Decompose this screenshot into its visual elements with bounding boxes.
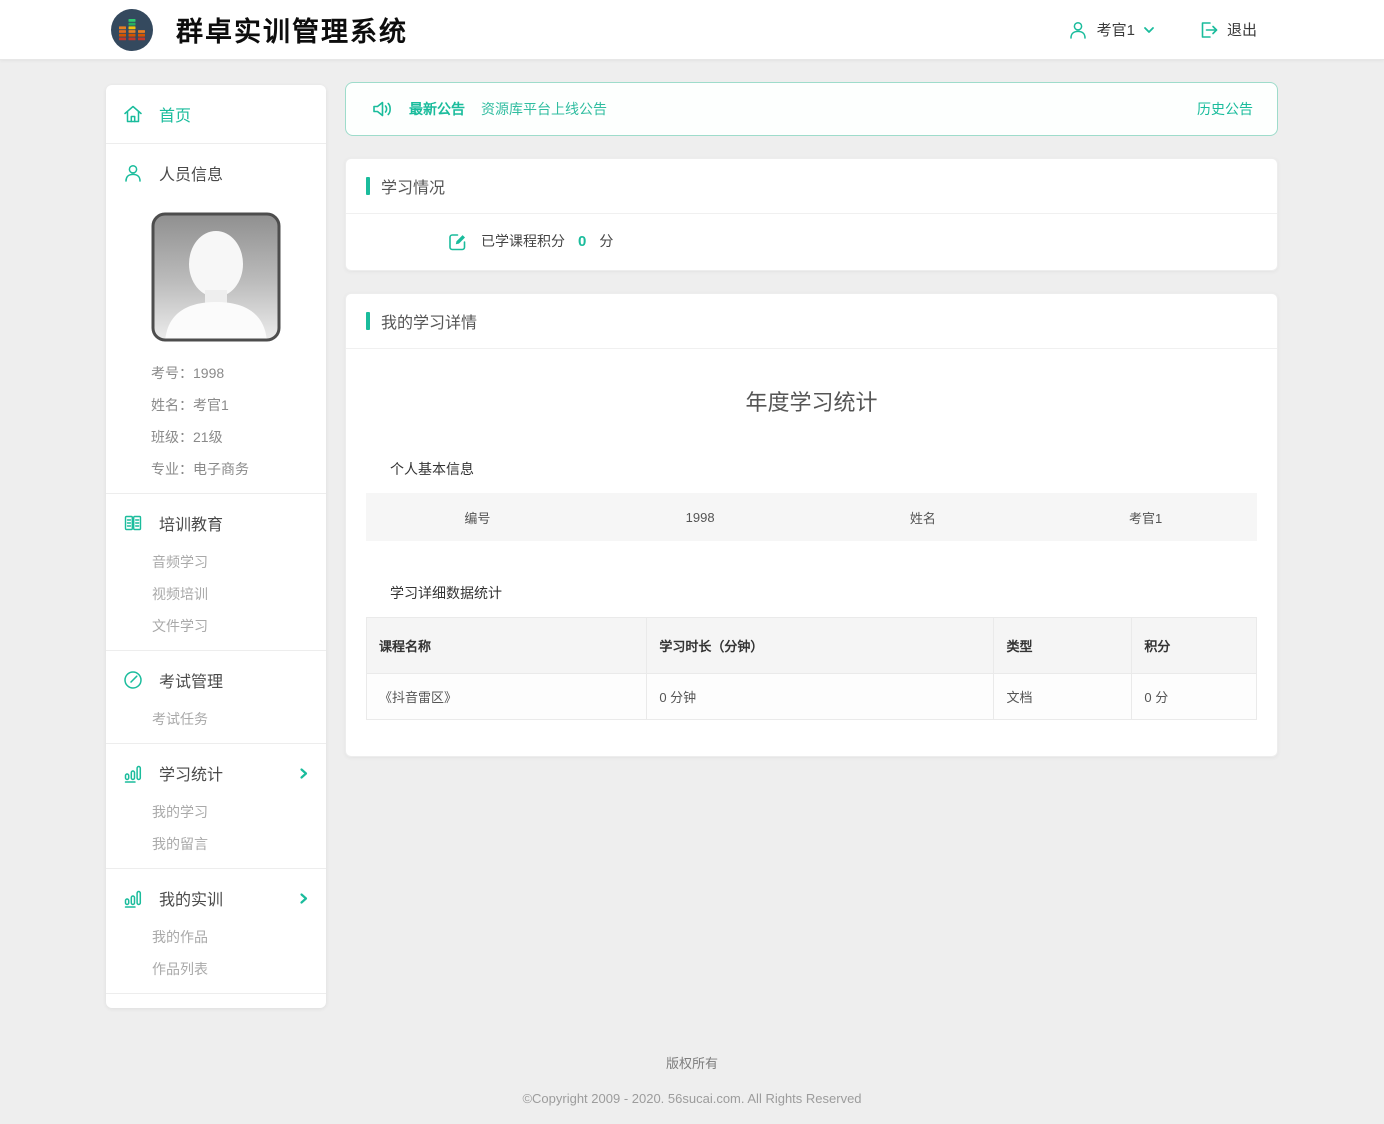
study-detail-card: 我的学习详情 年度学习统计 个人基本信息 编号 1998 姓名 考官1 学习详细…	[345, 293, 1278, 757]
sidebar: 首页 人员信息	[106, 85, 326, 1008]
accent-bar	[366, 177, 370, 195]
study-status-header: 学习情况	[346, 159, 1277, 214]
sidebar-section-training: 培训教育 音频学习 视频培训 文件学习	[106, 494, 326, 651]
cell-course-name: 《抖音雷区》	[367, 674, 647, 720]
edit-icon	[446, 230, 468, 252]
basic-info-row: 编号 1998 姓名 考官1	[366, 493, 1257, 541]
sidebar-item-audio-study[interactable]: 音频学习	[106, 546, 326, 578]
sidebar-item-my-works[interactable]: 我的作品	[106, 921, 326, 953]
detail-stats-label: 学习详细数据统计	[390, 583, 1257, 603]
column-credit: 积分	[1132, 618, 1257, 674]
sidebar-item-home[interactable]: 首页	[106, 85, 326, 144]
sidebar-home-label: 首页	[159, 102, 191, 126]
cell-study-duration: 0 分钟	[647, 674, 994, 720]
sidebar-section-personnel: 人员信息	[106, 144, 326, 494]
study-detail-title: 我的学习详情	[381, 309, 477, 333]
chevron-down-icon	[1143, 24, 1155, 36]
home-icon	[122, 103, 144, 125]
info-name: 姓名：考官1	[106, 389, 326, 421]
sidebar-exam-label: 考试管理	[159, 668, 223, 692]
page-title: 群卓实训管理系统	[176, 10, 408, 49]
sidebar-practice-label: 我的实训	[159, 886, 223, 910]
study-detail-table: 课程名称 学习时长（分钟） 类型 积分 《抖音雷区》 0 分钟 文档 0 分	[366, 617, 1257, 720]
history-announcements-link[interactable]: 历史公告	[1197, 99, 1253, 119]
sidebar-item-video-training[interactable]: 视频培训	[106, 578, 326, 610]
basic-info-label: 个人基本信息	[390, 459, 1257, 479]
announcement-latest-label: 最新公告	[409, 99, 465, 119]
column-type: 类型	[994, 618, 1132, 674]
sidebar-item-my-messages[interactable]: 我的留言	[106, 828, 326, 860]
user-name: 考官1	[1097, 19, 1135, 40]
annual-stats-title: 年度学习统计	[366, 385, 1257, 417]
info-exam-number: 考号：1998	[106, 357, 326, 389]
cell-credit: 0 分	[1132, 674, 1257, 720]
sidebar-item-practice[interactable]: 我的实训	[106, 875, 326, 921]
clock-icon	[122, 669, 144, 691]
column-course-name: 课程名称	[367, 618, 647, 674]
table-header-row: 课程名称 学习时长（分钟） 类型 积分	[367, 618, 1257, 674]
sidebar-item-exam-tasks[interactable]: 考试任务	[106, 703, 326, 735]
main-content: 最新公告 资源库平台上线公告 历史公告 学习情况 已学课程积分 0 分	[345, 82, 1278, 757]
speaker-icon	[370, 96, 396, 122]
credit-row: 已学课程积分 0 分	[346, 214, 1277, 270]
bar-chart-icon	[122, 762, 144, 784]
sidebar-item-stats[interactable]: 学习统计	[106, 750, 326, 796]
sidebar-section-practice: 我的实训 我的作品 作品列表	[106, 869, 326, 994]
app-header: 群卓实训管理系统 考官1	[0, 0, 1384, 60]
logout-label: 退出	[1227, 19, 1257, 40]
announcement-link[interactable]: 资源库平台上线公告	[481, 99, 607, 119]
accent-bar	[366, 312, 370, 330]
info-major: 专业：电子商务	[106, 453, 326, 485]
sidebar-section-stats: 学习统计 我的学习 我的留言	[106, 744, 326, 869]
announcement-banner: 最新公告 资源库平台上线公告 历史公告	[345, 82, 1278, 136]
user-menu[interactable]: 考官1	[1067, 19, 1155, 41]
site-footer: 版权所有 ©Copyright 2009 - 2020. 56sucai.com…	[0, 1053, 1384, 1124]
sidebar-stats-label: 学习统计	[159, 761, 223, 785]
sidebar-personnel-label: 人员信息	[159, 161, 223, 185]
avatar	[151, 212, 281, 347]
study-detail-header: 我的学习详情	[346, 294, 1277, 349]
basic-info-key: 编号	[366, 508, 589, 527]
cell-type: 文档	[994, 674, 1132, 720]
person-icon	[122, 162, 144, 184]
logout-button[interactable]: 退出	[1197, 19, 1257, 41]
info-class: 班级：21级	[106, 421, 326, 453]
sidebar-training-label: 培训教育	[159, 511, 223, 535]
basic-info-value: 1998	[589, 510, 812, 525]
credit-value: 0	[578, 233, 586, 250]
basic-info-value: 考官1	[1034, 508, 1257, 527]
credit-label: 已学课程积分	[481, 231, 565, 251]
sidebar-item-works-list[interactable]: 作品列表	[106, 953, 326, 985]
sidebar-section-exam: 考试管理 考试任务	[106, 651, 326, 744]
page-body: 首页 人员信息	[106, 82, 1278, 1008]
study-detail-body: 年度学习统计 个人基本信息 编号 1998 姓名 考官1 学习详细数据统计 课程…	[346, 385, 1277, 756]
study-status-card: 学习情况 已学课程积分 0 分	[345, 158, 1278, 271]
logout-icon	[1197, 19, 1219, 41]
user-icon	[1067, 19, 1089, 41]
sidebar-item-exam[interactable]: 考试管理	[106, 657, 326, 703]
sidebar-item-personnel[interactable]: 人员信息	[106, 150, 326, 196]
copyright-owner: 版权所有	[0, 1053, 1384, 1072]
sidebar-item-file-study[interactable]: 文件学习	[106, 610, 326, 642]
table-row: 《抖音雷区》 0 分钟 文档 0 分	[367, 674, 1257, 720]
app-logo-icon	[110, 8, 154, 52]
credit-unit: 分	[599, 231, 613, 251]
header-actions: 考官1 退出	[1067, 19, 1257, 41]
avatar-wrap	[106, 212, 326, 347]
study-status-title: 学习情况	[381, 174, 445, 198]
bar-chart-icon	[122, 887, 144, 909]
sidebar-item-my-study[interactable]: 我的学习	[106, 796, 326, 828]
copyright-notice: ©Copyright 2009 - 2020. 56sucai.com. All…	[0, 1091, 1384, 1106]
chevron-right-icon	[297, 892, 310, 905]
basic-info-key: 姓名	[812, 508, 1035, 527]
chevron-right-icon	[297, 767, 310, 780]
book-icon	[122, 512, 144, 534]
column-study-duration: 学习时长（分钟）	[647, 618, 994, 674]
sidebar-item-training[interactable]: 培训教育	[106, 500, 326, 546]
brand-link[interactable]: 群卓实训管理系统	[110, 8, 408, 52]
